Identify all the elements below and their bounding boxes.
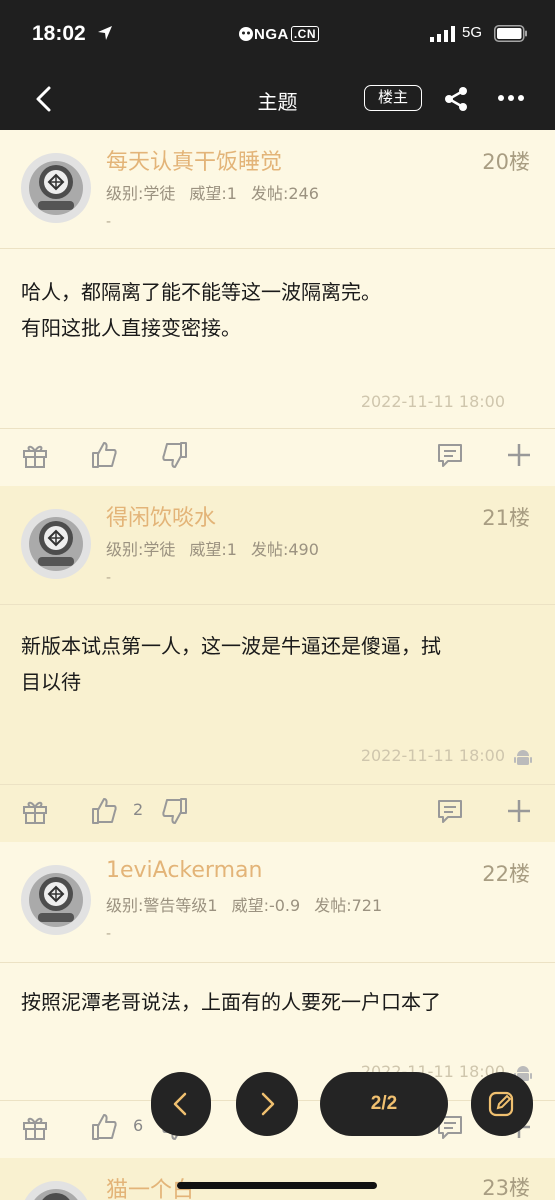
gift-icon[interactable] [20,440,50,470]
user-prestige: 威望:-0.9 [231,896,301,915]
location-arrow-icon [98,26,112,40]
comment-icon[interactable] [435,440,465,470]
comment-icon[interactable] [435,796,465,826]
username[interactable]: 1eviAckerman [106,858,262,883]
thumbs-up-icon[interactable] [89,796,119,826]
post-content: 新版本试点第一人，这一波是牛逼还是傻逼，拭 目以待 [21,628,533,700]
divider [0,604,555,605]
user-prestige: 威望:1 [189,184,237,203]
plus-icon[interactable] [504,440,534,470]
like-count: 2 [133,800,144,819]
edit-icon [488,1091,514,1117]
post-actions [0,428,555,484]
user-signature: - [106,570,112,586]
post-line: 有阳这批人直接变密接。 [21,316,241,340]
user-level: 级别:学徒 [106,184,176,203]
top-bar: 18:02 NGA .CN 5G 主题 楼主 [0,0,555,130]
post-actions: 2 [0,784,555,840]
user-meta: 级别:学徒 威望:1 发帖:246 [106,180,333,204]
android-icon [514,750,532,765]
default-avatar-icon[interactable] [20,864,92,936]
floor-number: 22楼 [482,862,530,886]
thumbs-up-icon[interactable] [89,1112,119,1142]
username[interactable]: 每天认真干饭睡觉 [106,144,282,176]
floor-number: 23楼 [482,1176,530,1200]
default-avatar-icon[interactable] [20,508,92,580]
default-avatar-icon[interactable] [20,1180,92,1200]
chevron-left-icon [173,1092,187,1116]
next-page-button[interactable] [236,1072,298,1136]
logo-cn: .CN [290,26,320,42]
compose-reply-button[interactable] [471,1072,533,1136]
post-floor-23: 猫一个白 23楼 [0,1158,555,1200]
nga-logo: NGA .CN [238,24,320,44]
prev-page-button[interactable] [151,1072,211,1136]
home-indicator [177,1182,377,1189]
divider [0,248,555,249]
like-count: 6 [133,1116,144,1135]
user-level: 级别:学徒 [106,540,176,559]
plus-icon[interactable] [504,796,534,826]
user-signature: - [106,926,112,942]
post-line: 按照泥潭老哥说法，上面有的人要死一户口本了 [21,990,441,1014]
chevron-right-icon [261,1092,275,1116]
user-prestige: 威望:1 [189,540,237,559]
gift-icon[interactable] [20,1112,50,1142]
post-line: 新版本试点第一人，这一波是牛逼还是傻逼，拭 [21,634,441,658]
post-content: 按照泥潭老哥说法，上面有的人要死一户口本了 [21,984,533,1020]
page-indicator-button[interactable]: 2/2 [320,1072,448,1136]
share-icon[interactable] [441,84,471,114]
thumbs-down-icon[interactable] [160,440,190,470]
post-line: 目以待 [21,670,81,694]
username[interactable]: 得闲饮啖水 [106,500,216,532]
status-bar: 18:02 NGA .CN 5G [0,0,555,70]
post-floor-21: 得闲饮啖水 21楼 级别:学徒 威望:1 发帖:490 - 新版本试点第一人，这一波… [0,486,555,842]
floor-number: 21楼 [482,506,530,530]
logo-text: NGA [254,25,289,43]
nga-mascot-icon [239,27,253,41]
thumbs-down-icon[interactable] [160,796,190,826]
user-post-count: 发帖:246 [250,184,319,203]
user-meta: 级别:警告等级1 威望:-0.9 发帖:721 [106,892,396,916]
post-timestamp: 2022-11-11 18:00 [360,392,505,411]
post-timestamp: 2022-11-11 18:00 [360,746,505,765]
owner-only-button[interactable]: 楼主 [364,85,422,111]
post-line: 哈人，都隔离了能不能等这一波隔离完。 [21,280,381,304]
user-post-count: 发帖:490 [250,540,319,559]
network-type: 5G [462,24,483,41]
divider [0,962,555,963]
post-content: 哈人，都隔离了能不能等这一波隔离完。 有阳这批人直接变密接。 [21,274,533,346]
status-time: 18:02 [32,22,86,45]
battery-icon [494,25,527,42]
post-floor-20: 每天认真干饭睡觉 20楼 级别:学徒 威望:1 发帖:246 - 哈人，都隔离了能不… [0,130,555,486]
page-title: 主题 [257,90,298,114]
nav-bar: 主题 楼主 [0,70,555,130]
default-avatar-icon[interactable] [20,152,92,224]
user-post-count: 发帖:721 [314,896,383,915]
floor-number: 20楼 [482,150,530,174]
gift-icon[interactable] [20,796,50,826]
user-meta: 级别:学徒 威望:1 发帖:490 [106,536,333,560]
user-signature: - [106,214,112,230]
user-level: 级别:警告等级1 [106,896,218,915]
more-icon[interactable] [496,88,526,108]
thumbs-up-icon[interactable] [89,440,119,470]
signal-icon [430,26,455,42]
